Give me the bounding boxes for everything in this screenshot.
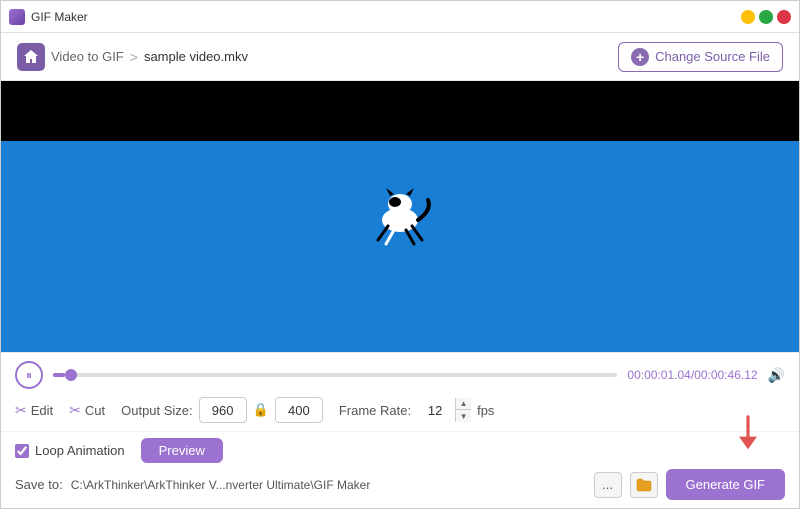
loop-checkbox[interactable] [15, 444, 29, 458]
breadcrumb: Video to GIF > sample video.mkv [17, 43, 248, 71]
fps-down-button[interactable]: ▼ [455, 410, 471, 422]
generate-gif-button[interactable]: Generate GIF [666, 469, 785, 500]
save-row: Save to: C:\ArkThinker\ArkThinker V...nv… [15, 469, 785, 500]
frame-rate-label: Frame Rate: [339, 403, 411, 418]
open-folder-button[interactable] [630, 472, 658, 498]
pause-icon: ⏸ [26, 368, 32, 383]
lock-icon[interactable]: 🔒 [253, 402, 269, 418]
minimize-button[interactable] [741, 10, 755, 24]
output-size-label: Output Size: [121, 403, 193, 418]
cut-label: Cut [85, 403, 105, 418]
title-bar: GIF Maker [1, 1, 799, 33]
black-bar-top [1, 81, 799, 141]
playback-row: ⏸ 00:00:01.04/00:00:46.12 🔊 [15, 361, 785, 389]
time-total: 00:00:46.12 [694, 368, 757, 382]
app-icon [9, 9, 25, 25]
breadcrumb-current: sample video.mkv [144, 49, 248, 64]
change-source-label: Change Source File [655, 49, 770, 64]
preview-button[interactable]: Preview [141, 438, 223, 463]
maximize-button[interactable] [759, 10, 773, 24]
edit-row: ✂ Edit ✂ Cut Output Size: 🔒 Frame Rate: … [15, 397, 785, 423]
arrow-down-icon [734, 415, 762, 451]
window-controls [741, 10, 791, 24]
fps-up-button[interactable]: ▲ [455, 398, 471, 410]
cut-icon: ✂ [69, 402, 81, 419]
cat-figure [360, 182, 440, 252]
save-path: C:\ArkThinker\ArkThinker V...nverter Ult… [71, 478, 586, 492]
main-window: GIF Maker Video to GIF > sample video.mk… [0, 0, 800, 509]
bottom-controls: Loop Animation Preview Save to: C:\ArkTh… [1, 431, 799, 508]
time-display: 00:00:01.04/00:00:46.12 [627, 368, 757, 382]
fps-spinner: ▲ ▼ [417, 397, 471, 423]
folder-icon [636, 478, 652, 492]
home-icon [23, 49, 39, 65]
ellipsis-button[interactable]: ... [594, 472, 622, 498]
fps-arrows: ▲ ▼ [455, 398, 471, 422]
breadcrumb-separator: > [130, 49, 138, 65]
home-button[interactable] [17, 43, 45, 71]
seek-fill [53, 373, 65, 377]
change-source-button[interactable]: + Change Source File [618, 42, 783, 72]
playback-controls: ⏸ 00:00:01.04/00:00:46.12 🔊 ✂ Edit ✂ Cut [1, 352, 799, 431]
arrow-indicator [734, 415, 762, 451]
breadcrumb-link[interactable]: Video to GIF [51, 49, 124, 64]
seek-thumb [65, 369, 77, 381]
time-current: 00:00:01.04 [627, 368, 690, 382]
output-size-group: Output Size: 🔒 [121, 397, 323, 423]
fps-unit-label: fps [477, 403, 494, 418]
edit-button[interactable]: ✂ Edit [15, 402, 53, 419]
video-preview-area [1, 81, 799, 352]
width-input[interactable] [199, 397, 247, 423]
top-bar: Video to GIF > sample video.mkv + Change… [1, 33, 799, 81]
loop-label: Loop Animation [35, 443, 125, 458]
seek-bar[interactable] [53, 373, 617, 377]
loop-animation-group: Loop Animation [15, 443, 125, 458]
cut-button[interactable]: ✂ Cut [69, 402, 105, 419]
save-to-label: Save to: [15, 477, 63, 492]
fps-input[interactable] [417, 397, 453, 423]
frame-rate-group: Frame Rate: ▲ ▼ fps [339, 397, 495, 423]
height-input[interactable] [275, 397, 323, 423]
edit-label: Edit [31, 403, 53, 418]
pause-button[interactable]: ⏸ [15, 361, 43, 389]
scissors-edit-icon: ✂ [15, 402, 27, 419]
close-button[interactable] [777, 10, 791, 24]
plus-icon: + [631, 48, 649, 66]
window-title: GIF Maker [31, 10, 88, 24]
seek-track [53, 373, 617, 377]
volume-icon[interactable]: 🔊 [768, 367, 785, 384]
